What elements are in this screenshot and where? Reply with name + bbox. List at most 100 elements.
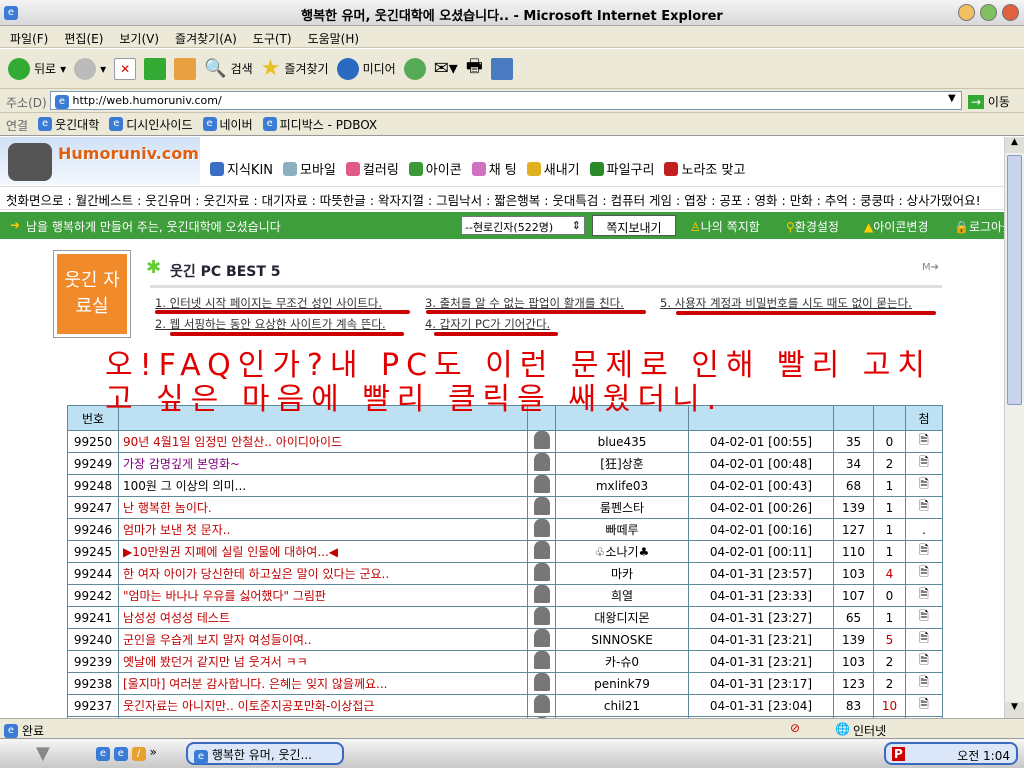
author[interactable]: 대왕디지몬: [555, 606, 689, 629]
author[interactable]: ♧소나기♣: [555, 540, 689, 563]
top-nav-item[interactable]: 노라조 맞고: [664, 159, 745, 178]
category-nav[interactable]: 첫화면으로 : 월간베스트 : 웃긴유머 : 웃긴자료 : 대기자료 : 따뜻한…: [0, 186, 1004, 210]
best-item-5[interactable]: 5. 사용자 계정과 비밀번호를 시도 때도 없이 묻는다.: [660, 295, 912, 311]
file-icon[interactable]: 🗎: [905, 452, 943, 475]
post-title[interactable]: 한 여자 아이가 당신한테 하고싶은 말이 있다는 군요..: [118, 562, 528, 585]
edit-icon[interactable]: [490, 57, 513, 80]
top-nav-item[interactable]: 아이콘: [408, 159, 462, 178]
best-item-1[interactable]: 1. 인터넷 시작 페이지는 무조건 성인 사이트다.: [155, 295, 382, 311]
vertical-scrollbar[interactable]: ▲ ▼: [1004, 137, 1024, 718]
file-icon[interactable]: 🗎: [905, 562, 943, 585]
quicklaunch-icons[interactable]: e e / »: [96, 745, 157, 761]
icon-change-link[interactable]: ▲아이콘변경: [864, 218, 928, 235]
file-icon[interactable]: .: [905, 518, 943, 541]
author[interactable]: 룸펜스타: [555, 496, 689, 519]
address-dropdown-icon[interactable]: ▼: [948, 93, 956, 104]
menu-edit[interactable]: 편집(E): [64, 30, 103, 46]
close-button[interactable]: [1002, 4, 1019, 21]
author[interactable]: mxlife03: [555, 474, 689, 497]
top-nav: 지식KIN 모바일 컬러링 아이콘 채 팅 새내기 파일구리 노라조 맞고: [210, 159, 745, 178]
file-icon[interactable]: 🗎: [905, 694, 943, 717]
author[interactable]: chil21: [555, 694, 689, 717]
file-icon[interactable]: 🗎: [905, 474, 943, 497]
top-nav-item[interactable]: 모바일: [283, 159, 336, 178]
file-icon[interactable]: 🗎: [905, 650, 943, 673]
post-title[interactable]: 웃긴자료는 아니지만.. 이토준지공포만화-이상접근: [118, 694, 528, 717]
file-icon[interactable]: 🗎: [905, 496, 943, 519]
home-icon[interactable]: [174, 57, 197, 80]
print-icon[interactable]: 🖶: [466, 54, 483, 84]
post-title[interactable]: 엄마가 보낸 첫 문자..: [118, 518, 528, 541]
go-button[interactable]: → 이동: [968, 93, 1010, 110]
view-count: 110: [833, 540, 874, 563]
forward-button[interactable]: ▾: [74, 57, 106, 80]
post-title[interactable]: 가장 감명깊게 본영화~: [118, 452, 528, 475]
post-title[interactable]: ▶10만원권 지폐에 실릴 인물에 대하여...◀: [118, 540, 528, 563]
author[interactable]: 빠떼루: [555, 518, 689, 541]
post-title[interactable]: 군인을 우습게 보지 말자 여성들이여..: [118, 628, 528, 651]
logout-link[interactable]: 🔒로그아웃: [954, 218, 1004, 235]
top-nav-item[interactable]: 채 팅: [471, 159, 517, 178]
media-button[interactable]: 미디어: [336, 57, 396, 80]
post-title[interactable]: [울지마] 여러분 감사합니다. 은혜는 잊지 않을께요...: [118, 672, 528, 695]
taskbar-ie-window[interactable]: e 행복한 유머, 웃긴...: [186, 742, 344, 765]
stop-icon[interactable]: ✕: [114, 57, 137, 80]
link-naver[interactable]: e 네이버: [202, 117, 253, 132]
minimize-button[interactable]: [958, 4, 975, 21]
mail-icon[interactable]: ✉▾: [434, 58, 458, 79]
my-notes-link[interactable]: ♙나의 쪽지함: [690, 218, 760, 235]
file-icon[interactable]: 🗎: [905, 540, 943, 563]
file-icon[interactable]: 🗎: [905, 628, 943, 651]
top-nav-item[interactable]: 새내기: [526, 159, 580, 178]
author[interactable]: [狂]상훈: [555, 452, 689, 475]
post-title[interactable]: 100원 그 이상의 의미...: [118, 474, 528, 497]
post-title[interactable]: "엄마는 바나나 우유를 싫어했다" 그림판: [118, 584, 528, 607]
menu-favorites[interactable]: 즐겨찾기(A): [175, 30, 237, 46]
address-input[interactable]: e http://web.humoruniv.com/: [50, 91, 962, 110]
search-button[interactable]: 🔍 검색: [204, 58, 253, 79]
refresh-icon[interactable]: [144, 57, 167, 80]
author[interactable]: SINNOSKE: [555, 628, 689, 651]
scroll-up-icon[interactable]: ▲: [1005, 137, 1024, 153]
author[interactable]: penink79: [555, 672, 689, 695]
file-icon[interactable]: 🗎: [905, 672, 943, 695]
scroll-down-icon[interactable]: ▼: [1005, 702, 1024, 718]
start-button[interactable]: ▼: [36, 743, 50, 764]
back-button[interactable]: 뒤로 ▾: [8, 57, 66, 80]
more-icon[interactable]: M➔: [922, 262, 939, 273]
best-item-2[interactable]: 2. 웹 서핑하는 동안 요상한 사이트가 계속 뜬다.: [155, 316, 386, 332]
author[interactable]: blue435: [555, 430, 689, 453]
site-logo[interactable]: Humoruniv.com: [0, 137, 200, 185]
tray-p-icon[interactable]: P: [892, 747, 905, 761]
post-title[interactable]: 옛날에 봤던거 같지만 넘 웃겨서 ㅋㅋ: [118, 650, 528, 673]
author[interactable]: 마카: [555, 562, 689, 585]
link-dcinside[interactable]: e 디시인사이드: [109, 117, 193, 132]
best-item-3[interactable]: 3. 출처를 알 수 없는 팝업이 활개를 친다.: [425, 295, 624, 311]
post-title[interactable]: 90년 4월1일 임정민 안철산.. 아이디아이드: [118, 430, 528, 453]
menu-view[interactable]: 보기(V): [119, 30, 159, 46]
file-icon[interactable]: 🗎: [905, 584, 943, 607]
top-nav-item[interactable]: 컬러링: [345, 159, 399, 178]
best-item-4[interactable]: 4. 갑자기 PC가 기어간다.: [425, 316, 550, 332]
menu-file[interactable]: 파일(F): [10, 30, 48, 46]
table-row: 99242 "엄마는 바나나 우유를 싫어했다" 그림판 희열 04-01-31 [2…: [67, 584, 943, 607]
online-users-select[interactable]: --현로긴자(522명) ⇕: [461, 216, 585, 235]
settings-link[interactable]: ⚲환경설정: [786, 218, 839, 235]
file-icon[interactable]: 🗎: [905, 430, 943, 453]
top-nav-item[interactable]: 지식KIN: [210, 159, 273, 178]
link-humoruniv[interactable]: e 웃긴대학: [38, 117, 99, 132]
link-pdbox[interactable]: e 피디박스 - PDBOX: [262, 117, 377, 132]
scroll-thumb[interactable]: [1007, 155, 1022, 405]
author[interactable]: 희열: [555, 584, 689, 607]
author[interactable]: 카-슈0: [555, 650, 689, 673]
favorites-button[interactable]: ★ 즐겨찾기: [261, 56, 329, 81]
maximize-button[interactable]: [980, 4, 997, 21]
send-note-button[interactable]: 쪽지보내기: [592, 215, 676, 236]
post-title[interactable]: 남성성 여성성 테스트: [118, 606, 528, 629]
top-nav-item[interactable]: 파일구리: [589, 159, 654, 178]
menu-tools[interactable]: 도구(T): [253, 30, 292, 46]
menu-help[interactable]: 도움말(H): [308, 30, 360, 46]
history-icon[interactable]: [403, 57, 426, 80]
post-title[interactable]: 난 행복한 놈이다.: [118, 496, 528, 519]
file-icon[interactable]: 🗎: [905, 606, 943, 629]
